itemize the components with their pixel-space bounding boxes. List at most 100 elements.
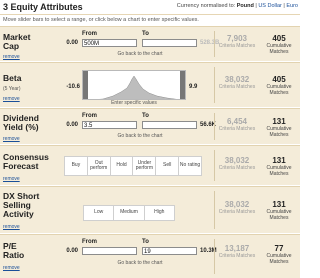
short-selling-option-high[interactable]: High (145, 206, 174, 220)
consensus-cumulative-count: 131 (272, 156, 286, 165)
market-cap-label: Market Cap (3, 32, 31, 51)
market-cap-from-input[interactable]: 500M (82, 39, 137, 47)
beta-label: Beta (3, 73, 22, 83)
pe-ratio-go-back-link[interactable]: Go back to the chart (100, 260, 180, 266)
dividend-yield-from-input[interactable]: 3.5 (82, 121, 137, 129)
beta-histogram-svg (99, 75, 177, 99)
dividend-yield-criteria-count: 6,454 (226, 117, 248, 126)
consensus-criteria-count: 38,032 (224, 156, 250, 165)
consensus-forecast-row: Consensus Forecast remove Buy Out perform… (0, 145, 300, 185)
dividend-yield-to-label: To (142, 113, 149, 119)
dividend-yield-criteria-label: Criteria Matches (218, 126, 256, 132)
stats-divider (214, 67, 215, 103)
dividend-yield-remove-link[interactable]: remove (3, 136, 20, 142)
consensus-option-no-rating[interactable]: No rating (179, 157, 201, 175)
stats-divider (214, 31, 215, 57)
short-selling-row: DX Short Selling Activity remove Low Mediu… (0, 186, 300, 233)
currency-separator: | (255, 3, 257, 9)
panel-title: 3 Equity Attributes (3, 2, 83, 12)
short-selling-option-medium[interactable]: Medium (114, 206, 145, 220)
beta-slider-left-handle[interactable] (83, 71, 88, 99)
market-cap-criteria-label: Criteria Matches (218, 43, 256, 49)
consensus-option-hold[interactable]: Hold (111, 157, 134, 175)
beta-cumulative-count: 405 (272, 75, 286, 84)
beta-cumulative-label: Cumulative Matches (266, 84, 292, 96)
dividend-yield-min: 0.00 (66, 122, 78, 128)
beta-distribution-chart[interactable] (82, 70, 186, 100)
pe-ratio-remove-link[interactable]: remove (3, 265, 20, 271)
beta-criteria-label: Criteria Matches (218, 84, 256, 90)
beta-histogram-area (99, 75, 177, 99)
short-selling-stats: 38,032 Criteria Matches 131 Cumulative M… (214, 187, 300, 233)
beta-criteria-count: 38,032 (224, 75, 250, 84)
beta-sub-label: (5 Year) (3, 86, 21, 92)
beta-stats: 38,032 Criteria Matches 405 Cumulative M… (214, 63, 300, 107)
currency-euro[interactable]: Euro (286, 3, 298, 9)
dividend-yield-stats: 6,454 Criteria Matches 131 Cumulative Ma… (214, 109, 300, 144)
beta-enter-specific-link[interactable]: Enter specific values (96, 100, 172, 106)
consensus-option-underperform[interactable]: Under perform (133, 157, 157, 175)
stats-divider (214, 239, 215, 274)
consensus-option-buy[interactable]: Buy (65, 157, 88, 175)
pe-ratio-min: 0.00 (66, 248, 78, 254)
stats-divider (214, 191, 215, 229)
stats-divider (214, 113, 215, 140)
pe-ratio-from-label: From (82, 239, 97, 245)
dividend-yield-row: Dividend Yield (%) remove From To 0.00 3.… (0, 108, 300, 144)
pe-ratio-to-input[interactable]: 19 (142, 247, 197, 255)
short-selling-cumulative-label: Cumulative Matches (266, 209, 292, 221)
consensus-criteria-label: Criteria Matches (218, 165, 256, 171)
instructions-text: Move slider bars to select a range, or c… (0, 15, 300, 25)
currency-us-dollar[interactable]: US Dollar (258, 3, 282, 9)
consensus-option-outperform[interactable]: Out perform (88, 157, 111, 175)
short-selling-cumulative-count: 131 (272, 200, 286, 209)
market-cap-remove-link[interactable]: remove (3, 54, 20, 60)
pe-ratio-label: P/E Ratio (3, 241, 25, 260)
market-cap-row: Market Cap remove From To 0.00 500M 528.3… (0, 26, 300, 61)
market-cap-to-input[interactable] (142, 39, 197, 47)
short-selling-remove-link[interactable]: remove (3, 224, 20, 230)
currency-label: Currency normalised to: (176, 3, 236, 9)
dividend-yield-from-label: From (82, 113, 97, 119)
short-selling-criteria-label: Criteria Matches (218, 209, 256, 215)
dividend-yield-go-back-link[interactable]: Go back to the chart (100, 133, 180, 139)
pe-ratio-stats: 13,187 Criteria Matches 77 Cumulative Ma… (214, 235, 300, 278)
market-cap-to-label: To (142, 31, 149, 37)
consensus-forecast-label: Consensus Forecast (3, 152, 49, 171)
short-selling-level-options: Low Medium High (83, 205, 175, 221)
currency-separator: | (283, 3, 285, 9)
pe-ratio-criteria-count: 13,187 (224, 244, 250, 253)
short-selling-criteria-count: 38,032 (224, 200, 250, 209)
pe-ratio-row: P/E Ratio remove From To 0.00 19 10.3M Go… (0, 234, 300, 278)
short-selling-option-low[interactable]: Low (84, 206, 115, 220)
beta-slider-right-handle[interactable] (180, 71, 185, 99)
dividend-yield-label: Dividend Yield (%) (3, 113, 39, 132)
dividend-yield-to-input[interactable] (142, 121, 197, 129)
beta-min: -10.6 (66, 84, 80, 90)
market-cap-from-label: From (82, 31, 97, 37)
currency-pound[interactable]: Pound (237, 3, 254, 9)
consensus-option-sell[interactable]: Sell (156, 157, 180, 175)
market-cap-go-back-link[interactable]: Go back to the chart (100, 51, 180, 57)
market-cap-stats: 7,903 Criteria Matches 405 Cumulative Ma… (214, 27, 300, 61)
market-cap-min: 0.00 (66, 40, 78, 46)
pe-ratio-cumulative-count: 77 (274, 244, 284, 253)
beta-remove-link[interactable]: remove (3, 96, 20, 102)
short-selling-label: DX Short Selling Activity (3, 191, 40, 219)
beta-row: Beta (5 Year) remove -10.6 9.9 Enter spe… (0, 62, 300, 107)
market-cap-cumulative-count: 405 (272, 34, 286, 43)
dividend-yield-cumulative-label: Cumulative Matches (266, 126, 292, 138)
pe-ratio-cumulative-label: Cumulative Matches (266, 253, 292, 265)
pe-ratio-from-input[interactable] (82, 247, 137, 255)
beta-max: 9.9 (189, 84, 198, 90)
currency-selector: Currency normalised to: Pound | US Dolla… (177, 3, 298, 9)
consensus-forecast-remove-link[interactable]: remove (3, 176, 20, 182)
market-cap-cumulative-label: Cumulative Matches (266, 43, 292, 55)
market-cap-criteria-count: 7,903 (226, 34, 248, 43)
consensus-forecast-stats: 38,032 Criteria Matches 131 Cumulative M… (214, 146, 300, 185)
pe-ratio-to-label: To (142, 239, 149, 245)
pe-ratio-criteria-label: Criteria Matches (218, 253, 256, 259)
panel-header: 3 Equity Attributes Currency normalised … (0, 0, 300, 15)
consensus-cumulative-label: Cumulative Matches (266, 165, 292, 177)
equity-attributes-panel: 3 Equity Attributes Currency normalised … (0, 0, 300, 278)
